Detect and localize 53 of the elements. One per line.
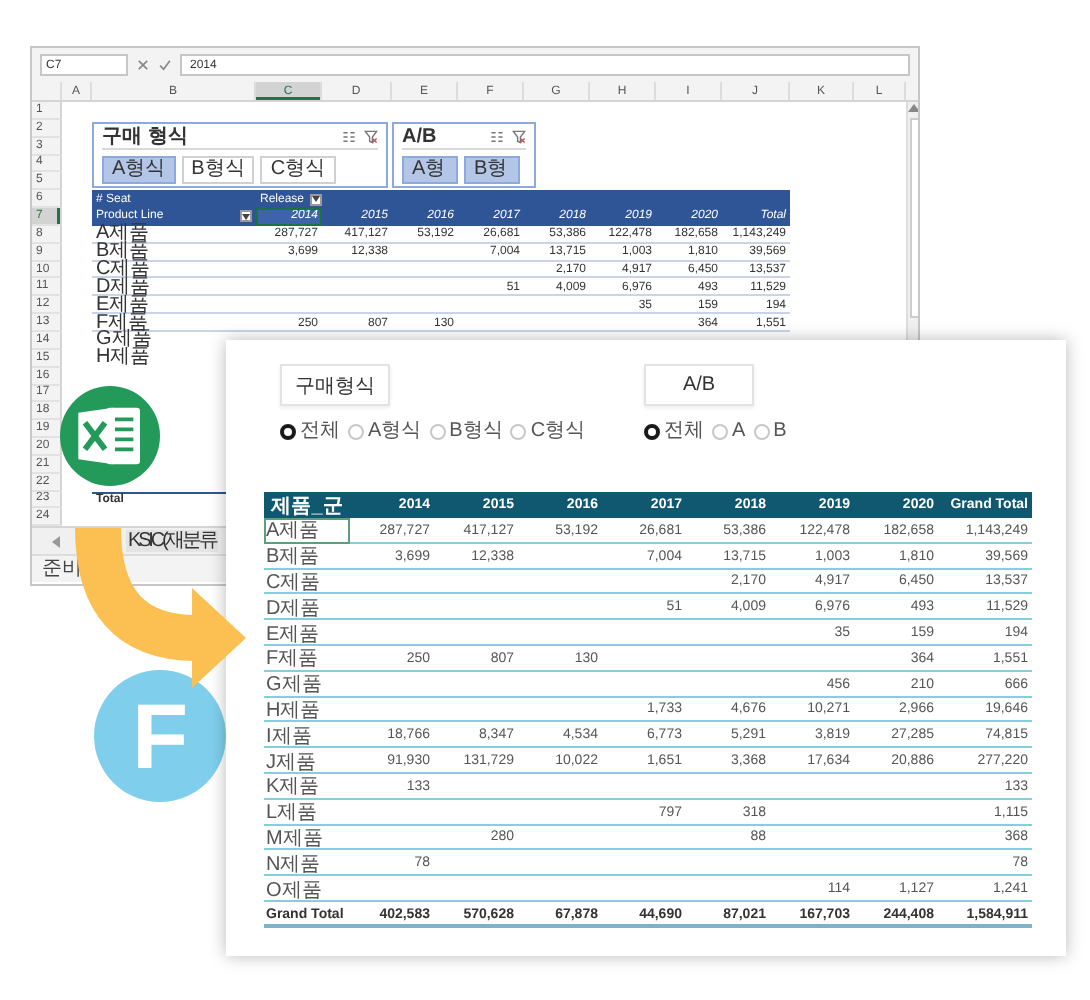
letter-logo: F bbox=[94, 670, 226, 802]
sheet-tab[interactable]: KSIC(재분류 bbox=[126, 530, 218, 552]
previous-sheet-icon[interactable] bbox=[52, 535, 62, 547]
radio-label[interactable]: 전체 bbox=[300, 422, 340, 442]
row-header[interactable]: I제품 bbox=[264, 722, 350, 749]
slicer-button[interactable]: A형식 bbox=[102, 155, 176, 184]
row-header: C제품 bbox=[94, 261, 153, 279]
multi-select-icon[interactable] bbox=[342, 130, 356, 145]
radio-button[interactable] bbox=[280, 424, 296, 440]
row-header[interactable]: K제품 bbox=[264, 773, 350, 800]
row-header: D제품 bbox=[94, 278, 153, 297]
slicer-title: 구매 형식 bbox=[102, 127, 188, 148]
row-header[interactable]: A제품 bbox=[264, 518, 350, 544]
scroll-up-icon[interactable] bbox=[908, 102, 918, 114]
row-header[interactable]: N제품 bbox=[264, 850, 350, 877]
row-header[interactable]: D제품 bbox=[264, 594, 350, 621]
dropdown-button[interactable] bbox=[240, 210, 252, 223]
radio-label[interactable]: B bbox=[773, 422, 787, 442]
row-header[interactable]: F제품 bbox=[264, 645, 350, 672]
row-header[interactable]: M제품 bbox=[264, 825, 350, 851]
row-header: F제품 bbox=[94, 314, 149, 332]
slicer-title: 구매형식 bbox=[280, 364, 390, 406]
slicer-button[interactable]: B형식 bbox=[181, 155, 255, 184]
row-header[interactable]: H제품 bbox=[264, 697, 350, 723]
slicer-title: A/B bbox=[644, 364, 754, 406]
slicer-title: A/B bbox=[402, 127, 437, 148]
clear-filter-icon[interactable] bbox=[364, 130, 378, 145]
row-header[interactable]: L제품 bbox=[264, 799, 350, 826]
row-header: H제품 bbox=[94, 349, 153, 368]
radio-label[interactable]: 전체 bbox=[664, 422, 704, 442]
slicer-button[interactable]: C형식 bbox=[260, 155, 336, 184]
slicer-button[interactable]: A형 bbox=[402, 155, 458, 184]
cancel-icon[interactable] bbox=[136, 58, 150, 72]
radio-label[interactable]: B형식 bbox=[449, 422, 503, 442]
row-header[interactable]: G제품 bbox=[264, 671, 350, 698]
scrollbar-thumb[interactable] bbox=[909, 118, 918, 318]
spreadsheet-logo-icon bbox=[60, 386, 160, 486]
row-header[interactable]: O제품 bbox=[264, 876, 350, 902]
column-header: 제품_군 bbox=[264, 492, 350, 518]
row-header: A제품 bbox=[94, 225, 152, 244]
row-header: B제품 bbox=[94, 243, 152, 262]
radio-button[interactable] bbox=[644, 424, 660, 440]
row-header: G제품 bbox=[94, 331, 154, 350]
row-header[interactable]: J제품 bbox=[264, 748, 350, 774]
slicer-button[interactable]: B형 bbox=[464, 155, 520, 184]
radio-label[interactable]: A형식 bbox=[368, 422, 422, 442]
row-header[interactable]: E제품 bbox=[264, 620, 350, 646]
radio-label[interactable]: C형식 bbox=[530, 422, 586, 442]
clear-filter-icon[interactable] bbox=[512, 130, 526, 145]
multi-select-icon[interactable] bbox=[490, 130, 504, 145]
radio-label[interactable]: A bbox=[732, 422, 746, 442]
row-header: E제품 bbox=[94, 296, 152, 315]
check-icon[interactable] bbox=[158, 58, 172, 72]
